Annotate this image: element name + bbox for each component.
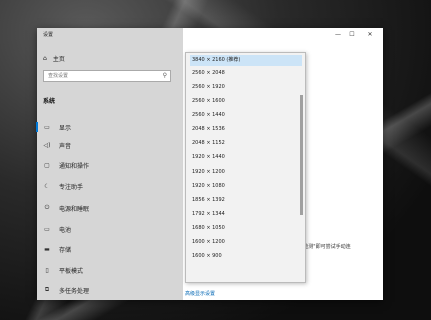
sidebar-item-label: 多任务处理 (59, 287, 90, 295)
sidebar-item-power-sleep[interactable]: ⏻ 电源和睡眠 (43, 201, 177, 215)
sidebar-item-notifications[interactable]: ▢ 通知和操作 (43, 158, 177, 172)
resolution-option[interactable]: 1856 × 1392 (190, 195, 302, 206)
multitasking-icon: ⧉ (44, 286, 50, 293)
resolution-option[interactable]: 2048 × 1152 (190, 138, 302, 149)
dropdown-scrollbar[interactable] (300, 55, 303, 280)
section-heading-system: 系统 (43, 98, 56, 105)
resolution-option[interactable]: 2560 × 1440 (190, 110, 302, 121)
sidebar-item-display[interactable]: ▭ 显示 (36, 120, 177, 134)
resolution-option[interactable]: 2560 × 2048 (190, 68, 302, 79)
scrollbar-thumb[interactable] (300, 95, 303, 215)
resolution-option[interactable]: 2048 × 1536 (190, 124, 302, 135)
resolution-option[interactable]: 1680 × 1050 (190, 223, 302, 234)
sidebar-item-storage[interactable]: ▬ 存储 (43, 242, 177, 256)
sidebar-item-label: 声音 (59, 142, 72, 150)
storage-icon: ▬ (44, 245, 50, 253)
advanced-display-settings-link[interactable]: 高级显示设置 (185, 290, 215, 297)
window-title: 设置 (43, 32, 54, 38)
settings-window: 设置 ⌂ 主页 查找设置 ⚲ 系统 ▭ 显示 ◁) 声音 ▢ 通知和操作 ☾ 专… (36, 28, 383, 300)
sidebar-item-label: 专注助手 (59, 183, 84, 191)
home-icon: ⌂ (43, 55, 47, 62)
search-icon: ⚲ (162, 72, 167, 79)
battery-icon: ▭ (44, 225, 50, 233)
resolution-option[interactable]: 1600 × 900 (190, 251, 302, 262)
home-link[interactable]: ⌂ 主页 (43, 54, 65, 63)
tablet-mode-icon: ▯ (45, 266, 49, 274)
sidebar-item-focus-assist[interactable]: ☾ 专注助手 (43, 179, 177, 193)
resolution-option[interactable]: 1792 × 1344 (190, 209, 302, 220)
sidebar-item-label: 存储 (59, 246, 72, 254)
sidebar-item-multitasking[interactable]: ⧉ 多任务处理 (43, 283, 177, 297)
search-placeholder: 查找设置 (48, 73, 69, 79)
sidebar-item-battery[interactable]: ▭ 电池 (43, 222, 177, 236)
focus-assist-icon: ☾ (44, 182, 50, 190)
display-icon: ▭ (44, 123, 50, 131)
main-content: "检测"即可尝试手动连 检测 高级显示设置 3840 × 2160 (推荐) 2… (183, 28, 383, 300)
sidebar-item-label: 通知和操作 (59, 162, 90, 170)
sidebar-item-label: 平板模式 (59, 267, 84, 275)
sidebar: 设置 ⌂ 主页 查找设置 ⚲ 系统 ▭ 显示 ◁) 声音 ▢ 通知和操作 ☾ 专… (36, 28, 183, 300)
title-bar: 设置 (37, 28, 183, 42)
notification-icon: ▢ (44, 161, 50, 169)
resolution-option[interactable]: 1920 × 1200 (190, 167, 302, 178)
power-sleep-icon: ⏻ (44, 204, 50, 211)
home-label: 主页 (52, 56, 65, 63)
resolution-option[interactable]: 2560 × 1600 (190, 96, 302, 107)
resolution-option[interactable]: 2560 × 1920 (190, 82, 302, 93)
resolution-option[interactable]: 1920 × 1440 (190, 152, 302, 163)
sidebar-item-label: 显示 (59, 124, 72, 132)
resolution-option[interactable]: 1600 × 1200 (190, 237, 302, 248)
sidebar-item-tablet-mode[interactable]: ▯ 平板模式 (43, 263, 177, 277)
sidebar-item-label: 电池 (59, 226, 72, 234)
search-input[interactable]: 查找设置 ⚲ (43, 70, 171, 82)
resolution-option[interactable]: 3840 × 2160 (推荐) (190, 55, 302, 66)
resolution-dropdown-list[interactable]: 3840 × 2160 (推荐) 2560 × 2048 2560 × 1920… (185, 52, 306, 283)
resolution-option[interactable]: 1920 × 1080 (190, 181, 302, 192)
sidebar-item-label: 电源和睡眠 (59, 205, 90, 213)
detect-hint-text: "检测"即可尝试手动连 (301, 244, 351, 250)
sound-icon: ◁) (43, 141, 51, 149)
sidebar-item-sound[interactable]: ◁) 声音 (43, 138, 177, 152)
